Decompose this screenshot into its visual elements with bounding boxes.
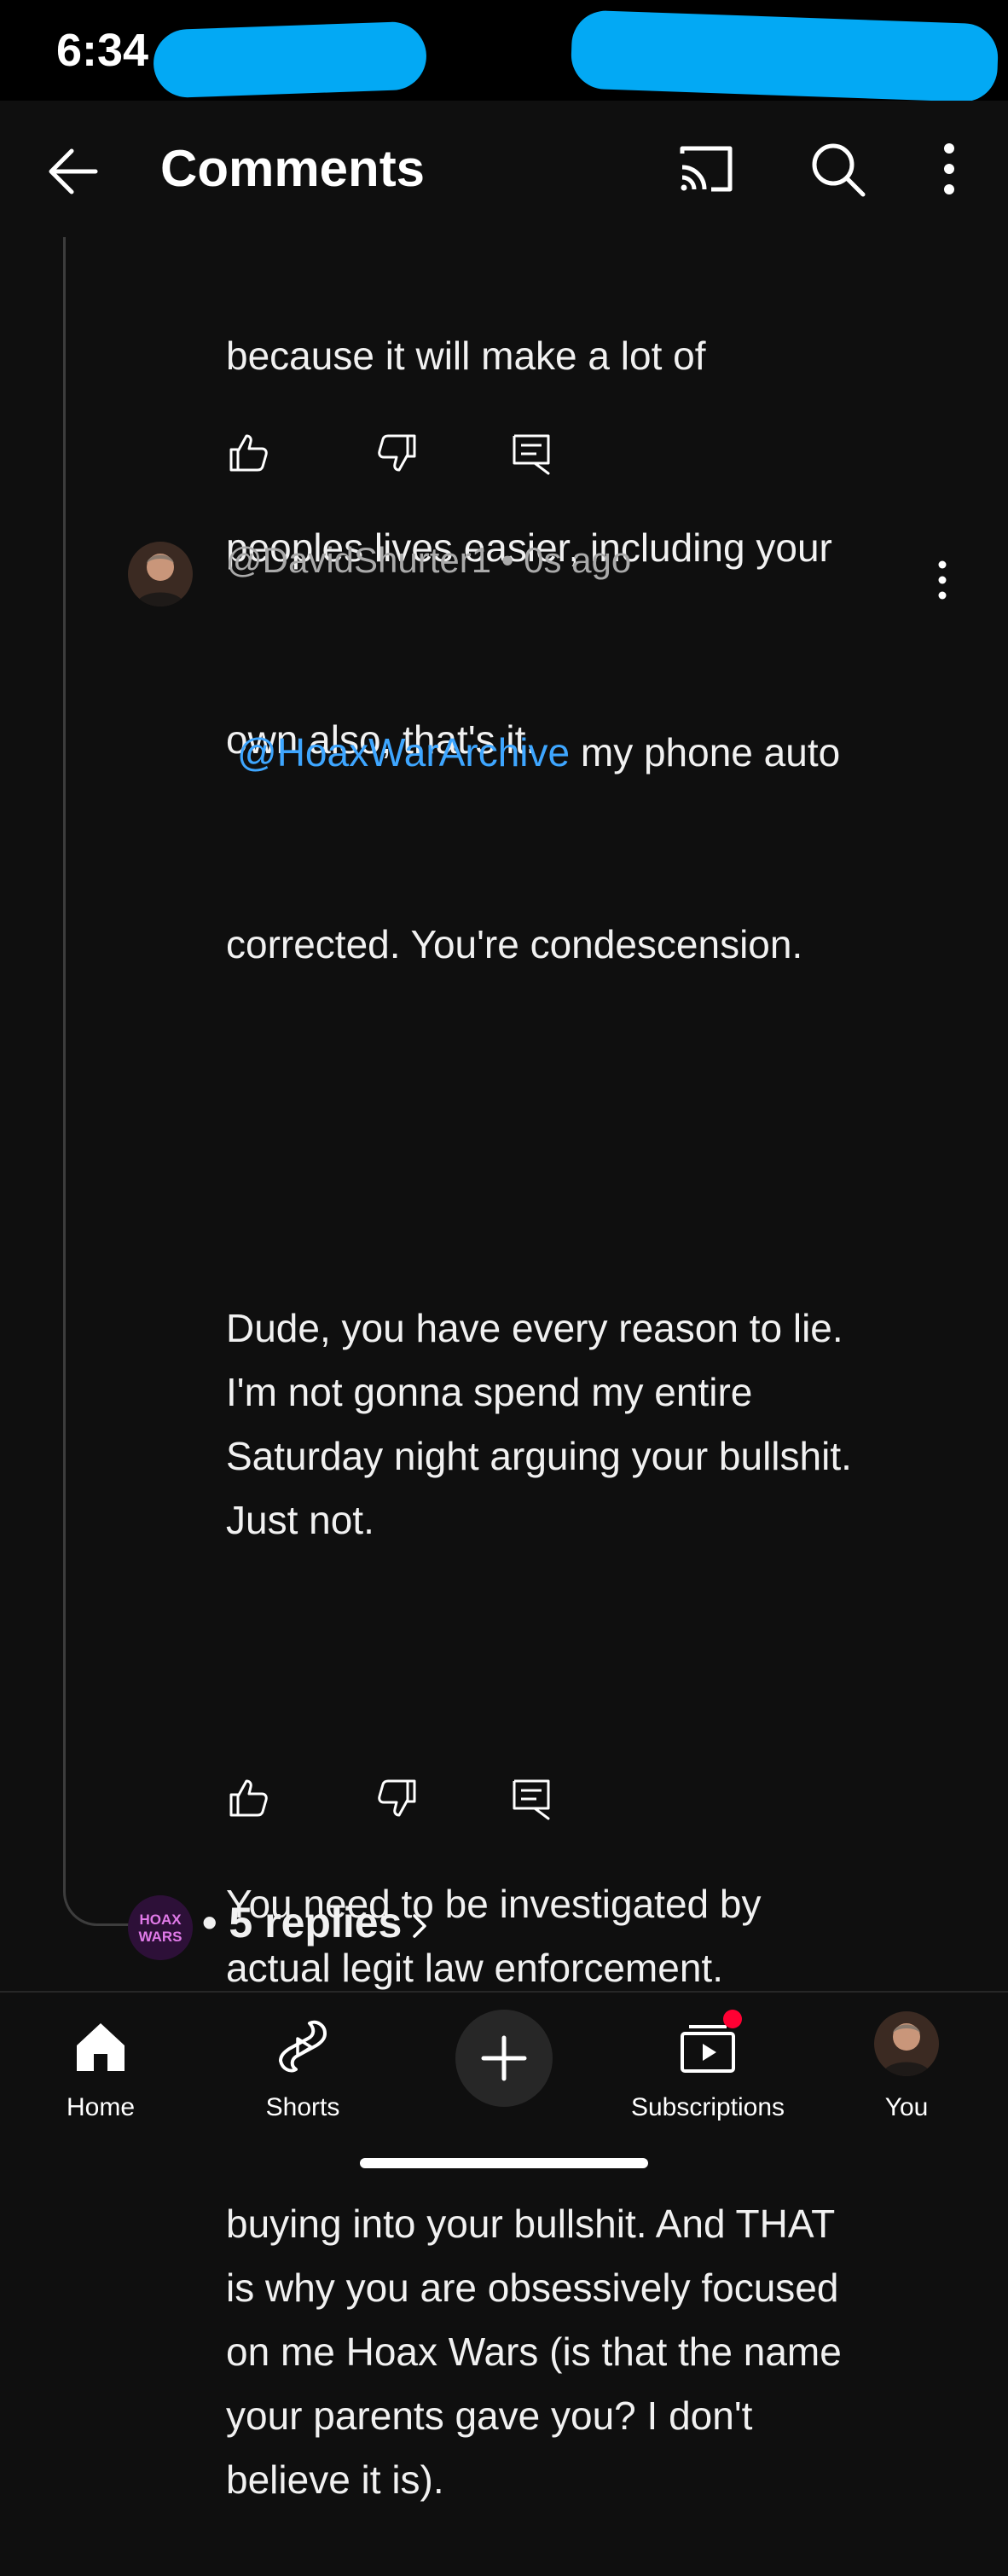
comment-line: corrected. You're condescension. <box>226 922 803 966</box>
thread-connector-line <box>63 230 134 1926</box>
status-time: 6:34 <box>56 25 149 76</box>
like-icon[interactable] <box>226 1776 270 1820</box>
more-vert-icon[interactable] <box>917 136 982 201</box>
nav-you-label: You <box>884 2093 929 2121</box>
arrow-left-icon[interactable] <box>43 142 102 201</box>
chevron-right-icon[interactable] <box>408 1909 432 1943</box>
comment-line: my phone auto <box>570 730 841 775</box>
redaction-mark <box>152 20 428 99</box>
svg-text:HOAX: HOAX <box>139 1912 182 1928</box>
page-title: Comments <box>160 140 426 197</box>
comments-header: Comments <box>0 101 1008 237</box>
comment-time: 0s ago <box>524 540 632 580</box>
replies-separator: • <box>202 1899 217 1947</box>
status-bar: 6:34 <box>0 0 1008 103</box>
mention-link[interactable]: @HoaxWarArchive <box>237 730 570 775</box>
reply-icon[interactable] <box>509 1776 553 1820</box>
comment-paragraph: Dude, you have every reason to lie. I'm … <box>226 1306 852 1542</box>
like-icon[interactable] <box>226 431 270 475</box>
home-icon <box>77 2023 125 2071</box>
reply-icon[interactable] <box>509 431 553 475</box>
cast-icon[interactable] <box>674 136 739 201</box>
notification-dot <box>723 2010 742 2028</box>
avatar <box>874 2011 939 2076</box>
comment-author[interactable]: @DavidShurter1 <box>226 540 491 580</box>
nav-home-label: Home <box>66 2093 136 2121</box>
comment-meta: @DavidShurter1 • 0s ago <box>226 540 631 581</box>
dislike-icon[interactable] <box>375 431 420 475</box>
svg-text:WARS: WARS <box>139 1929 182 1945</box>
meta-separator: • <box>501 540 514 580</box>
comment-first-line: @HoaxWarArchive my phone auto <box>226 721 951 785</box>
replies-count: 5 replies <box>229 1899 403 1947</box>
create-button[interactable] <box>455 2010 553 2107</box>
home-indicator[interactable] <box>360 2158 648 2168</box>
dislike-icon[interactable] <box>375 1776 420 1820</box>
redaction-mark <box>570 9 999 103</box>
reply-comment-text: @HoaxWarArchive my phone auto corrected.… <box>226 593 951 2576</box>
nav-shorts-label: Shorts <box>265 2093 340 2121</box>
bottom-navigation: Home Shorts Subscriptions You <box>0 1991 1008 2185</box>
nav-subscriptions-label: Subscriptions <box>630 2093 785 2121</box>
plus-icon <box>481 2035 527 2081</box>
replies-link[interactable]: • 5 replies <box>202 1898 402 1947</box>
comment-paragraph: You need to be investigated by actual le… <box>226 1882 842 2502</box>
shorts-icon <box>279 2020 327 2073</box>
search-icon[interactable] <box>805 136 870 201</box>
avatar[interactable] <box>128 542 193 606</box>
replies-avatar[interactable]: HOAX WARS <box>128 1895 193 1960</box>
comment-line: because it will make a lot of <box>226 334 706 378</box>
